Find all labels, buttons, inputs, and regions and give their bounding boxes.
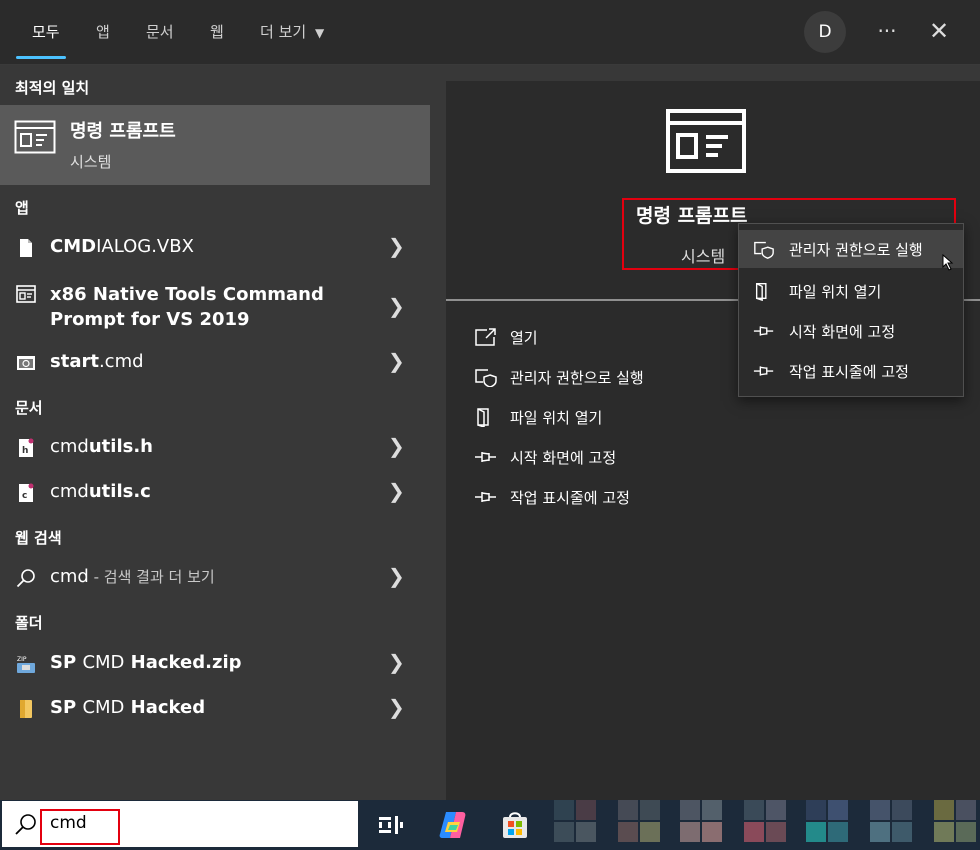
apps-header: 앱 — [15, 199, 29, 217]
list-item[interactable]: ZIP SP CMD Hacked.zip ❯ — [0, 642, 430, 686]
avatar[interactable]: D — [804, 11, 846, 53]
documents-header: 문서 — [15, 399, 43, 417]
list-item[interactable]: h cmdutils.h ❯ — [0, 426, 430, 470]
tab-documents[interactable]: 문서 — [146, 0, 174, 64]
chevron-right-icon[interactable]: ❯ — [388, 234, 405, 258]
chevron-right-icon[interactable]: ❯ — [388, 294, 405, 318]
chevron-right-icon[interactable]: ❯ — [388, 349, 405, 373]
list-item[interactable]: x86 Native Tools Command Prompt for VS 2… — [0, 278, 430, 334]
folders-header: 폴더 — [15, 614, 43, 632]
list-item-label: cmd - 검색 결과 더 보기 — [50, 566, 215, 587]
command-prompt-icon — [16, 285, 36, 303]
search-icon — [16, 569, 35, 588]
c-file-icon: c — [19, 483, 34, 502]
chevron-right-icon[interactable]: ❯ — [388, 650, 405, 674]
folder-icon — [20, 700, 32, 718]
context-item-label: 작업 표시줄에 고정 — [789, 363, 909, 381]
pin-icon — [475, 492, 496, 502]
search-scope-tabs: 모두 앱 문서 웹 더 보기 ▼ D ··· ✕ — [0, 0, 980, 65]
chevron-down-icon: ▼ — [314, 26, 325, 40]
svg-text:h: h — [22, 446, 28, 456]
action-open[interactable]: 열기 — [474, 319, 774, 355]
action-pin-taskbar[interactable]: 작업 표시줄에 고정 — [474, 479, 774, 515]
best-match-item[interactable]: 명령 프롬프트 시스템 — [0, 105, 430, 185]
action-label: 시작 화면에 고정 — [510, 449, 617, 467]
context-item-label: 관리자 권한으로 실행 — [789, 241, 923, 259]
file-icon — [20, 239, 32, 257]
folder-location-icon — [755, 282, 767, 301]
list-item[interactable]: c cmdutils.c ❯ — [0, 471, 430, 515]
tab-apps[interactable]: 앱 — [96, 0, 110, 64]
folder-location-icon — [477, 408, 489, 427]
action-pin-start[interactable]: 시작 화면에 고정 — [474, 439, 774, 475]
results-panel: 최적의 일치 명령 프롬프트 시스템 앱 CMDIALOG.VBX ❯ x86 … — [0, 65, 430, 800]
action-label: 파일 위치 열기 — [510, 409, 603, 427]
store-icon[interactable] — [498, 808, 532, 842]
preview-card: 명령 프롬프트 시스템 열기 관리자 권한으로 실행 파일 위치 열기 시작 화… — [446, 81, 980, 800]
task-view-icon[interactable] — [372, 808, 406, 842]
mouse-cursor-icon — [942, 254, 954, 271]
tab-all[interactable]: 모두 — [32, 0, 60, 64]
action-label: 관리자 권한으로 실행 — [510, 369, 644, 387]
shield-icon — [754, 241, 774, 259]
svg-text:c: c — [22, 491, 27, 501]
header-file-icon: h — [19, 438, 34, 457]
action-open-file-location[interactable]: 파일 위치 열기 — [474, 399, 774, 435]
context-item-run-as-admin[interactable]: 관리자 권한으로 실행 — [739, 230, 963, 268]
context-item-pin-start[interactable]: 시작 화면에 고정 — [739, 312, 963, 350]
command-prompt-icon — [14, 120, 56, 154]
context-item-label: 시작 화면에 고정 — [789, 323, 896, 341]
taskbar-search-box[interactable]: cmd — [2, 801, 358, 847]
copilot-icon[interactable] — [436, 808, 470, 842]
close-icon[interactable]: ✕ — [922, 10, 956, 52]
pin-icon — [753, 326, 774, 336]
shield-icon — [475, 369, 497, 387]
ellipsis-icon[interactable]: ··· — [870, 10, 904, 52]
web-search-header: 웹 검색 — [15, 529, 62, 547]
web-search-item[interactable]: cmd - 검색 결과 더 보기 ❯ — [0, 556, 430, 600]
list-item-label: x86 Native Tools Command Prompt for VS 2… — [50, 284, 324, 330]
list-item-label: cmdutils.c — [50, 481, 151, 502]
action-run-as-admin[interactable]: 관리자 권한으로 실행 — [474, 359, 774, 395]
list-item[interactable]: CMDIALOG.VBX ❯ — [0, 226, 430, 270]
action-label: 작업 표시줄에 고정 — [510, 489, 630, 507]
tab-web[interactable]: 웹 — [210, 0, 224, 64]
command-prompt-icon — [666, 109, 746, 173]
preview-panel: 명령 프롬프트 시스템 열기 관리자 권한으로 실행 파일 위치 열기 시작 화… — [430, 65, 980, 800]
tab-active-indicator — [16, 56, 66, 59]
context-menu: 관리자 권한으로 실행 파일 위치 열기 시작 화면에 고정 작업 표시줄에 고… — [738, 223, 964, 397]
list-item-label: start.cmd — [50, 351, 144, 372]
chevron-right-icon[interactable]: ❯ — [388, 434, 405, 458]
list-item[interactable]: start.cmd ❯ — [0, 341, 430, 385]
zip-folder-icon: ZIP — [17, 656, 35, 673]
context-item-open-file-location[interactable]: 파일 위치 열기 — [739, 272, 963, 310]
action-label: 열기 — [510, 329, 538, 347]
pin-icon — [475, 452, 496, 462]
list-item-label: CMDIALOG.VBX — [50, 236, 194, 257]
list-item-label: cmdutils.h — [50, 436, 153, 457]
best-match-title: 명령 프롬프트 — [70, 121, 176, 142]
highlight-box — [40, 809, 120, 845]
best-match-header: 최적의 일치 — [15, 79, 90, 97]
tab-more-label: 더 보기 — [260, 23, 307, 41]
context-item-label: 파일 위치 열기 — [789, 283, 882, 301]
svg-text:ZIP: ZIP — [17, 656, 27, 663]
search-icon — [15, 814, 36, 835]
list-item[interactable]: SP CMD Hacked ❯ — [0, 687, 430, 731]
context-item-pin-taskbar[interactable]: 작업 표시줄에 고정 — [739, 352, 963, 390]
pin-icon — [753, 366, 774, 376]
tab-more[interactable]: 더 보기 ▼ — [260, 0, 324, 64]
best-match-subtitle: 시스템 — [70, 153, 112, 171]
script-file-icon — [17, 356, 35, 370]
open-icon — [475, 328, 496, 346]
list-item-label: SP CMD Hacked.zip — [50, 652, 242, 673]
list-item-label: SP CMD Hacked — [50, 697, 206, 718]
taskbar: cmd — [0, 800, 980, 850]
chevron-right-icon[interactable]: ❯ — [388, 479, 405, 503]
chevron-right-icon[interactable]: ❯ — [388, 695, 405, 719]
chevron-right-icon[interactable]: ❯ — [388, 564, 405, 588]
